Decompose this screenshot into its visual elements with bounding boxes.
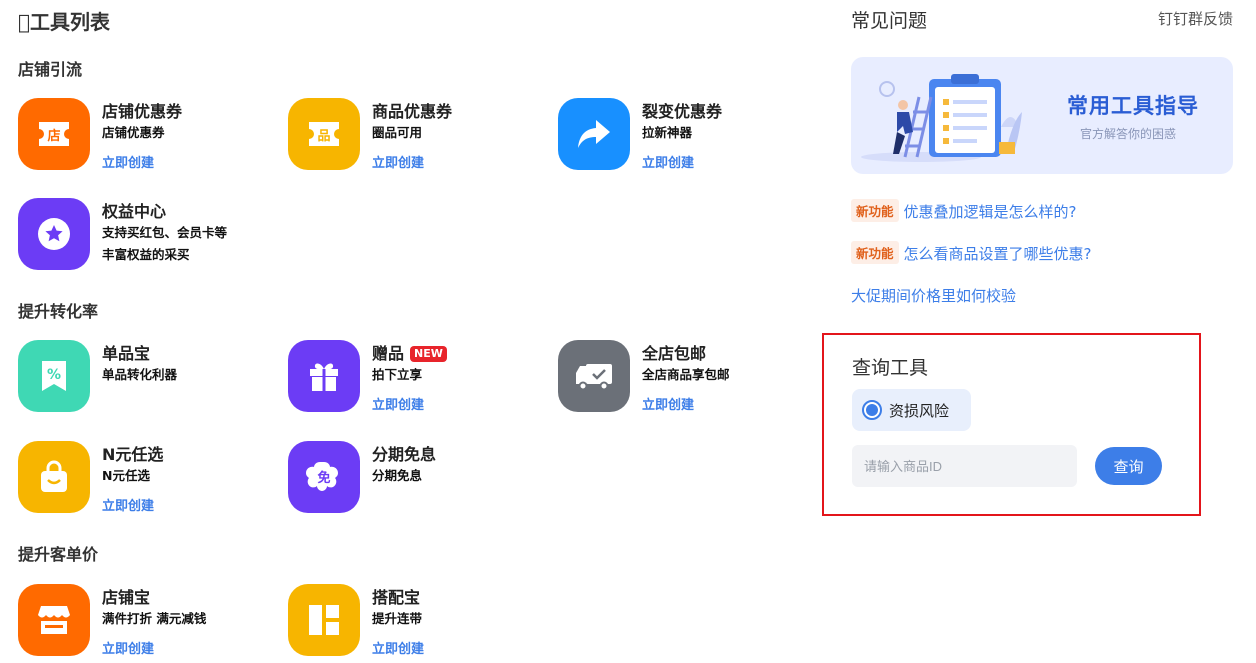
tool-single-item[interactable]: % 单品宝 单品转化利器 [18, 340, 278, 414]
tool-name: 店铺宝 [102, 588, 151, 607]
query-tool-panel: 查询工具 资损风险 查询 [822, 333, 1201, 516]
new-badge: NEW [410, 346, 447, 362]
tool-desc: 圈品可用 [372, 125, 423, 140]
tool-name: N元任选 [102, 445, 164, 464]
tool-name: 分期免息 [372, 445, 437, 464]
tool-desc: 店铺优惠券 [102, 125, 165, 140]
layout-grid-icon [288, 584, 360, 656]
tool-name: 商品优惠券 [372, 102, 453, 121]
svg-text:免: 免 [317, 470, 330, 486]
tool-rights-center[interactable]: 权益中心 支持买红包、会员卡等 丰富权益的采买 [18, 198, 278, 272]
tool-desc: 拍下立享 [372, 367, 423, 382]
svg-text:店: 店 [47, 128, 60, 144]
faq-question: 怎么看商品设置了哪些优惠? [903, 245, 1092, 263]
tool-bundle[interactable]: 搭配宝 提升连带 立即创建 [288, 584, 548, 658]
interest-free-icon: 免 [288, 441, 360, 513]
tool-name-text: 赠品 [372, 344, 405, 363]
guide-illustration-icon [861, 74, 1022, 162]
gift-icon [288, 340, 360, 412]
percent-ticket-icon: % [18, 340, 90, 412]
tool-interest-free[interactable]: 免 分期免息 分期免息 [288, 441, 548, 515]
tool-free-shipping[interactable]: 全店包邮 全店商品享包邮 立即创建 [558, 340, 818, 414]
tool-desc: 提升连带 [372, 611, 423, 626]
share-arrow-icon [558, 98, 630, 170]
star-badge-icon [18, 198, 90, 270]
new-feature-tag: 新功能 [851, 241, 899, 264]
tool-shop-promotion[interactable]: 店铺宝 满件打折 满元减钱 立即创建 [18, 584, 278, 658]
shopping-bag-icon [18, 441, 90, 513]
item-coupon-icon: 品 [288, 98, 360, 170]
guide-banner[interactable]: 常用工具指导 官方解答你的困惑 [851, 57, 1233, 174]
tool-share-coupon[interactable]: 裂变优惠券 拉新神器 立即创建 [558, 98, 818, 172]
tool-name: 搭配宝 [372, 588, 421, 607]
create-link[interactable]: 立即创建 [372, 152, 424, 171]
faq-question: 大促期间价格里如何校验 [851, 287, 1017, 305]
create-link[interactable]: 立即创建 [642, 394, 694, 413]
banner-title: 常用工具指导 [1067, 94, 1199, 118]
page-title:  工具列表 [18, 10, 111, 34]
faq-question: 优惠叠加逻辑是怎么样的? [903, 203, 1077, 221]
faq-item[interactable]: 新功能 优惠叠加逻辑是怎么样的? [851, 199, 1076, 222]
tool-n-yuan[interactable]: N元任选 N元任选 立即创建 [18, 441, 278, 515]
faq-title: 常见问题 [851, 10, 928, 32]
new-feature-tag: 新功能 [851, 199, 899, 222]
storefront-icon [18, 584, 90, 656]
delivery-truck-icon [558, 340, 630, 412]
tool-name: 权益中心 [102, 202, 167, 221]
tool-item-coupon[interactable]: 品 商品优惠券 圈品可用 立即创建 [288, 98, 548, 172]
tool-name: 裂变优惠券 [642, 102, 723, 121]
tool-list-panel:  工具列表 店铺引流 店 店铺优惠券 店铺优惠券 立即创建 品 商品优惠券 圈品… [0, 0, 820, 663]
shop-coupon-icon: 店 [18, 98, 90, 170]
tool-desc: 拉新神器 [642, 125, 693, 140]
query-tool-title: 查询工具 [852, 357, 929, 379]
section-title-conversion: 提升转化率 [18, 302, 99, 321]
svg-text:%: % [47, 367, 61, 383]
svg-text:品: 品 [317, 129, 330, 144]
radio-checked-icon [862, 400, 882, 420]
radio-label: 资损风险 [889, 401, 950, 420]
item-id-input[interactable] [852, 445, 1077, 487]
tool-shop-coupon[interactable]: 店 店铺优惠券 店铺优惠券 立即创建 [18, 98, 278, 172]
tool-name: 全店包邮 [642, 344, 707, 363]
query-button[interactable]: 查询 [1095, 447, 1162, 485]
section-title-traffic: 店铺引流 [18, 60, 83, 79]
loss-risk-radio[interactable]: 资损风险 [852, 389, 971, 431]
faq-panel: 常见问题 钉钉群反馈 常用工具指导 官方解答你的困惑 新功能 优惠叠加逻辑是怎么样… [851, 0, 1233, 663]
create-link[interactable]: 立即创建 [642, 152, 694, 171]
faq-item[interactable]: 新功能 怎么看商品设置了哪些优惠? [851, 241, 1091, 264]
faq-item[interactable]: 大促期间价格里如何校验 [851, 285, 1016, 306]
create-link[interactable]: 立即创建 [102, 152, 154, 171]
tool-desc-line: 丰富权益的采买 [102, 247, 190, 262]
create-link[interactable]: 立即创建 [372, 394, 424, 413]
tool-desc: N元任选 [102, 468, 150, 483]
tool-name: 店铺优惠券 [102, 102, 183, 121]
tool-desc: 满件打折 满元减钱 [102, 611, 207, 626]
tool-gift[interactable]: 赠品 NEW 拍下立享 立即创建 [288, 340, 548, 414]
tool-desc: 支持买红包、会员卡等 丰富权益的采买 [102, 222, 282, 266]
create-link[interactable]: 立即创建 [372, 638, 424, 657]
tool-name: 赠品 NEW [372, 340, 447, 364]
tool-name: 单品宝 [102, 344, 151, 363]
banner-subtitle: 官方解答你的困惑 [1080, 127, 1177, 141]
create-link[interactable]: 立即创建 [102, 638, 154, 657]
tool-desc: 全店商品享包邮 [642, 367, 730, 382]
dingtalk-feedback-link[interactable]: 钉钉群反馈 [1158, 8, 1233, 29]
tool-desc: 单品转化利器 [102, 367, 178, 382]
create-link[interactable]: 立即创建 [102, 495, 154, 514]
section-title-order-value: 提升客单价 [18, 545, 99, 564]
tool-desc-line: 支持买红包、会员卡等 [102, 225, 228, 240]
tool-desc: 分期免息 [372, 468, 423, 483]
